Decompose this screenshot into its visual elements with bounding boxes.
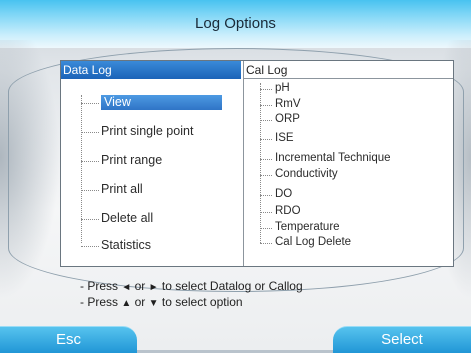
title-bar: Log Options bbox=[0, 0, 471, 48]
data-log-item-label: View bbox=[101, 95, 222, 110]
help-text: - Press bbox=[80, 279, 119, 293]
tree-branch bbox=[260, 159, 272, 160]
tree-branch bbox=[81, 246, 99, 247]
select-button[interactable]: Select bbox=[333, 326, 471, 353]
tab-cal-log[interactable]: Cal Log bbox=[244, 61, 453, 79]
tree-branch bbox=[81, 219, 99, 220]
data-log-item-label: Print single point bbox=[101, 124, 194, 138]
cal-log-item-label: Incremental Technique bbox=[275, 152, 391, 164]
tab-data-log[interactable]: Data Log bbox=[61, 61, 241, 79]
tree-branch bbox=[260, 89, 272, 90]
tree-branch bbox=[260, 228, 272, 229]
cal-log-item-label: ISE bbox=[275, 132, 294, 144]
up-arrow-icon: ▲ bbox=[121, 298, 132, 309]
meter-screen: Log Options Data Log Cal Log View Print … bbox=[0, 0, 471, 353]
right-arrow-icon: ► bbox=[148, 282, 159, 293]
tree-branch bbox=[260, 195, 272, 196]
page-title: Log Options bbox=[195, 15, 276, 32]
tree-branch bbox=[81, 132, 99, 133]
cal-log-item-label: DO bbox=[275, 188, 293, 200]
tree-branch bbox=[260, 120, 272, 121]
help-text: or bbox=[134, 279, 146, 293]
cal-log-item-label: Cal Log Delete bbox=[275, 236, 352, 248]
data-log-item-label: Print range bbox=[101, 153, 163, 167]
tree-branch bbox=[260, 105, 272, 106]
cal-log-item-label: Temperature bbox=[275, 221, 340, 233]
data-log-item-label: Print all bbox=[101, 182, 143, 196]
help-line-1: - Press ◄ or ► to select Datalog or Call… bbox=[80, 279, 303, 293]
tree-branch bbox=[81, 190, 99, 191]
down-arrow-icon: ▼ bbox=[148, 298, 159, 309]
esc-button[interactable]: Esc bbox=[0, 326, 137, 353]
tree-branch bbox=[81, 161, 99, 162]
help-text: or bbox=[134, 295, 146, 309]
tree-branch bbox=[81, 103, 99, 104]
log-options-panel: Data Log Cal Log View Print single point… bbox=[60, 60, 454, 267]
data-log-item-label: Delete all bbox=[101, 211, 154, 225]
data-log-item-label: Statistics bbox=[101, 238, 152, 252]
cal-log-tree-line bbox=[260, 83, 262, 243]
column-divider bbox=[243, 61, 244, 266]
tree-branch bbox=[260, 175, 272, 176]
help-line-2: - Press ▲ or ▼ to select option bbox=[80, 295, 243, 309]
cal-log-item-label: RmV bbox=[275, 98, 301, 110]
tree-branch bbox=[260, 243, 272, 244]
help-text: - Press bbox=[80, 295, 119, 309]
data-log-tree-line bbox=[81, 95, 83, 243]
cal-log-item-label: ORP bbox=[275, 113, 300, 125]
help-text: to select Datalog or Callog bbox=[161, 279, 303, 293]
cal-log-item-label: RDO bbox=[275, 205, 301, 217]
tree-branch bbox=[260, 139, 272, 140]
cal-log-item-label: pH bbox=[275, 82, 290, 94]
tree-branch bbox=[260, 212, 272, 213]
help-text: to select option bbox=[161, 295, 243, 309]
left-arrow-icon: ◄ bbox=[121, 282, 132, 293]
cal-log-item-label: Conductivity bbox=[275, 168, 338, 180]
